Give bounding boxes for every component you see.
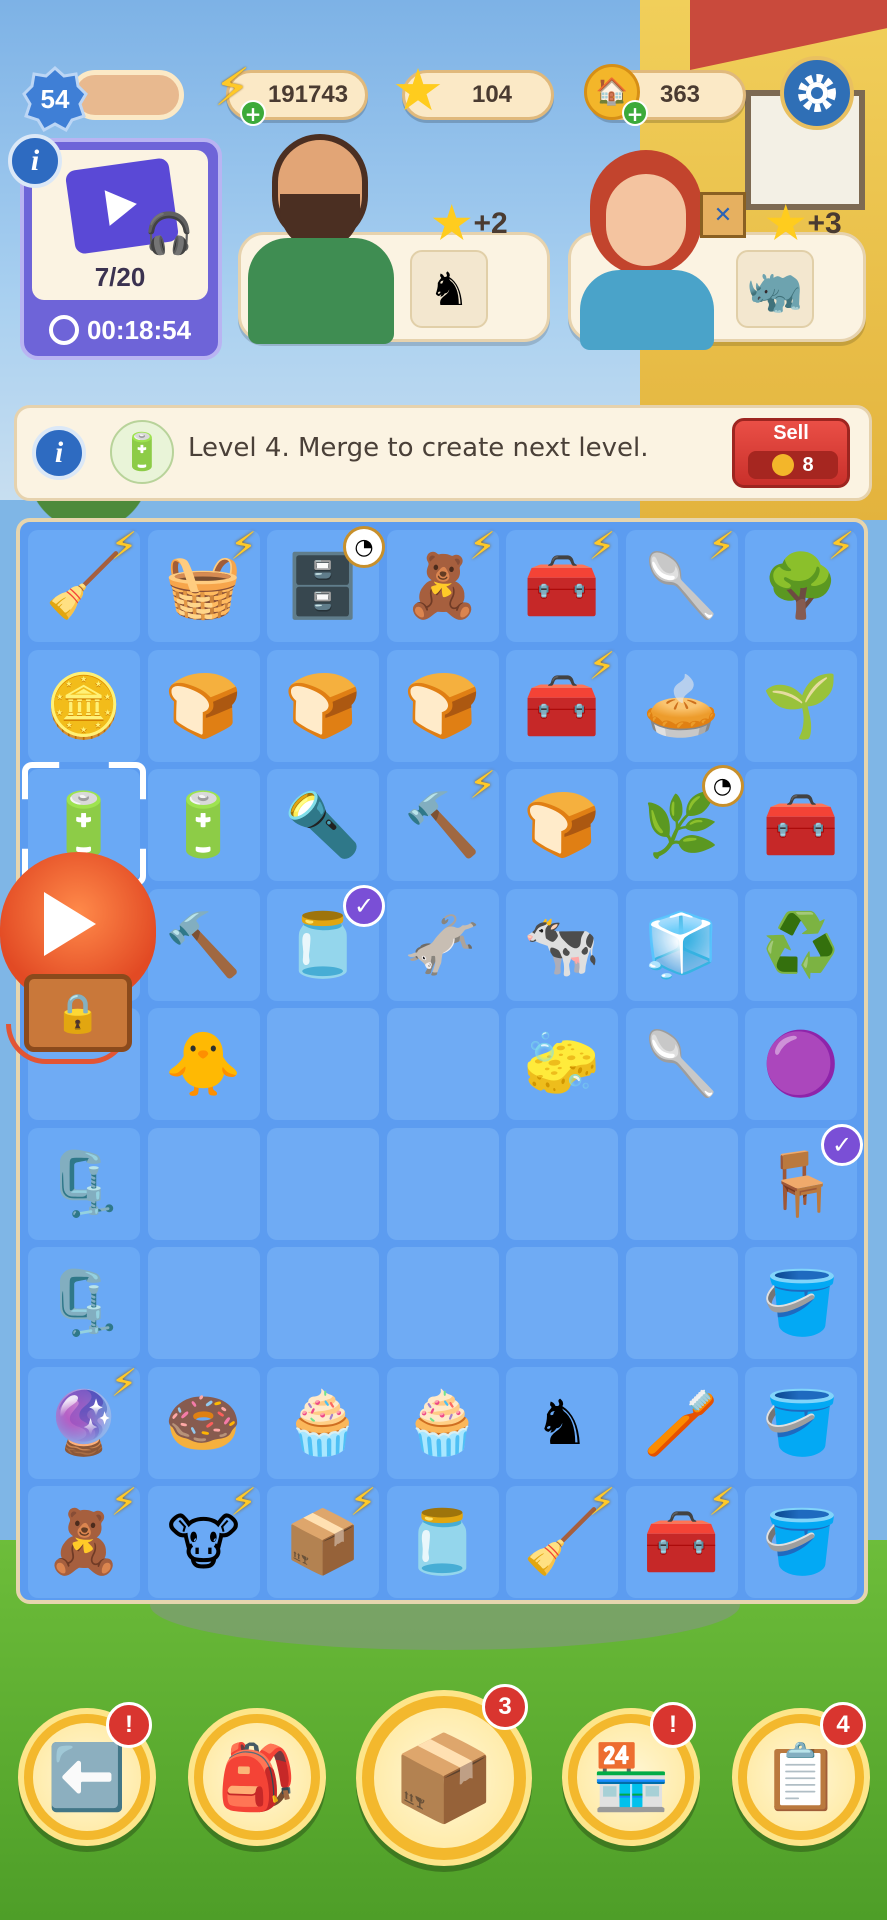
add-coins-button[interactable]: + — [622, 100, 648, 126]
order-2-item: 🦏 — [736, 250, 814, 328]
video-progress: 7/20 — [94, 262, 146, 292]
board-item[interactable]: 🥧 — [625, 649, 738, 762]
video-timer: 00:18:54 — [32, 312, 208, 348]
board-item[interactable]: 🔦 — [267, 769, 379, 881]
backpack-icon: 🎒 — [203, 1723, 311, 1831]
energy-bolt-icon: ⚡ — [230, 1480, 257, 1524]
empty-cell[interactable] — [625, 1247, 738, 1359]
empty-cell[interactable] — [386, 1247, 499, 1359]
empty-cell[interactable] — [267, 1008, 379, 1120]
timer-icon: ◔ — [343, 526, 385, 568]
board-item[interactable]: 🐄 — [506, 888, 618, 1001]
gear-icon — [798, 74, 836, 112]
crate-icon: 📦 — [374, 1708, 514, 1848]
board-item[interactable]: 🥄 — [625, 1008, 738, 1120]
energy-bolt-icon: ⚡ — [110, 1360, 138, 1405]
bearded-man-avatar — [244, 134, 394, 344]
energy-bolt-icon: ⚡ — [588, 643, 616, 688]
star-icon: ★ — [392, 56, 444, 124]
battery-item-icon: 🔋 — [110, 420, 174, 484]
board-item[interactable]: 🍞 — [386, 649, 499, 762]
board-item[interactable]: 🧁 — [386, 1366, 499, 1479]
board-item[interactable]: 🗜️ — [28, 1127, 140, 1240]
sell-price: 8 — [748, 451, 838, 479]
empty-cell[interactable] — [386, 1008, 499, 1120]
energy-bolt-icon: ⚡ — [708, 1480, 735, 1524]
order-2-reward-value: +3 — [807, 206, 842, 240]
order-1-reward: ★ +2 — [432, 198, 508, 249]
checkmark-icon: ✓ — [821, 1123, 863, 1166]
clock-icon — [48, 315, 79, 345]
board-item[interactable]: 🧁 — [267, 1366, 379, 1479]
checkmark-icon: ✓ — [343, 884, 385, 927]
empty-cell[interactable] — [267, 1247, 379, 1359]
item-info-button[interactable]: i — [32, 426, 86, 480]
board-item[interactable]: 🧰 — [745, 769, 857, 881]
coin-icon — [772, 454, 795, 476]
board-item[interactable]: 🗜️ — [28, 1247, 140, 1359]
board-item[interactable]: 🍞 — [147, 649, 260, 762]
treasure-chest-icon: 🔒 — [24, 974, 132, 1052]
board-item[interactable]: 🪥 — [625, 1366, 738, 1479]
settings-button[interactable] — [780, 56, 854, 130]
energy-bolt-icon: ⚡ — [230, 524, 257, 568]
energy-bolt-icon: ⚡ — [110, 1480, 138, 1524]
item-info-text: Level 4. Merge to create next level. — [188, 433, 649, 463]
board-item[interactable]: 🌱 — [745, 649, 857, 762]
add-energy-button[interactable]: + — [240, 100, 266, 126]
energy-bolt-icon: ⚡ — [349, 1480, 377, 1524]
board-item[interactable]: 🪣 — [745, 1247, 857, 1359]
energy-bolt-icon: ⚡ — [469, 763, 496, 807]
board-item[interactable]: 🧽 — [506, 1008, 618, 1120]
sell-label: Sell — [773, 422, 809, 444]
timer-icon: ◔ — [701, 765, 744, 807]
board-item[interactable]: 🍞 — [267, 649, 379, 762]
energy-bolt-icon: ⚡ — [588, 1480, 616, 1524]
order-1-item: ♞ — [410, 250, 488, 328]
empty-cell[interactable] — [625, 1127, 738, 1240]
energy-bolt-icon: ⚡ — [469, 524, 496, 568]
board-item[interactable]: 🟣 — [745, 1008, 857, 1120]
empty-cell[interactable] — [386, 1127, 499, 1240]
board-item[interactable]: 🍞 — [506, 769, 618, 881]
board-item[interactable]: 🔋 — [147, 769, 260, 881]
toy-box-icon: ✕ — [700, 192, 746, 238]
empty-cell[interactable] — [267, 1127, 379, 1240]
backpack-button[interactable]: 🎒 — [188, 1708, 326, 1846]
board-item[interactable]: 🫙 — [386, 1486, 499, 1598]
board-item[interactable]: 🍩 — [147, 1366, 260, 1479]
sell-price-value: 8 — [802, 453, 814, 476]
board-item[interactable]: ♻️ — [745, 888, 857, 1001]
back-badge: ! — [106, 1702, 152, 1748]
board-item[interactable]: 🧊 — [625, 888, 738, 1001]
energy-bolt-icon: ⚡ — [588, 524, 616, 568]
shop-badge: ! — [650, 1702, 696, 1748]
energy-bolt-icon: ⚡ — [827, 524, 855, 568]
empty-cell[interactable] — [147, 1127, 260, 1240]
star-icon: ★ — [766, 199, 806, 248]
headphones-icon: 🎧 — [144, 211, 194, 257]
player-level[interactable]: 54 — [22, 66, 88, 132]
energy-bolt-icon: ⚡ — [708, 524, 735, 568]
board-item[interactable]: 🪣 — [745, 1486, 857, 1598]
empty-cell[interactable] — [147, 1247, 260, 1359]
board-item[interactable]: ♞ — [506, 1366, 618, 1479]
crate-badge: 3 — [482, 1684, 528, 1730]
star-icon: ★ — [432, 199, 472, 248]
board-item[interactable]: 🪣 — [745, 1366, 857, 1479]
video-timer-value: 00:18:54 — [86, 314, 192, 345]
board-item[interactable]: 🪙 — [28, 649, 140, 762]
red-haired-woman-avatar — [576, 150, 716, 350]
order-1-reward-value: +2 — [473, 206, 508, 240]
board-item[interactable]: 🔨 — [147, 888, 260, 1001]
order-2-reward: ★ +3 — [766, 198, 842, 249]
video-info-button[interactable]: i — [8, 134, 62, 188]
tasks-badge: 4 — [820, 1702, 866, 1748]
play-icon — [44, 892, 96, 956]
board-item[interactable]: 🐥 — [147, 1008, 260, 1120]
board-item[interactable]: 🫏 — [386, 888, 499, 1001]
empty-cell[interactable] — [506, 1247, 618, 1359]
empty-cell[interactable] — [506, 1127, 618, 1240]
energy-bolt-icon: ⚡ — [110, 524, 138, 568]
